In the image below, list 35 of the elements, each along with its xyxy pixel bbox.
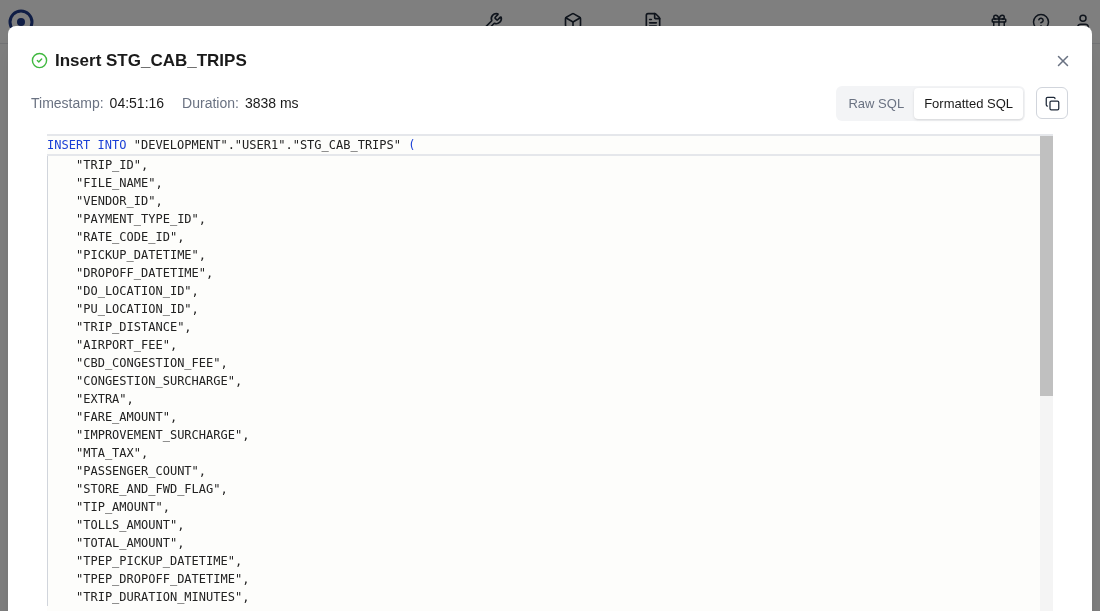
- dialog-title: Insert STG_CAB_TRIPS: [55, 50, 247, 72]
- code-line: "CONGESTION_SURCHARGE",: [76, 373, 244, 390]
- scrollbar-thumb[interactable]: [1040, 136, 1053, 396]
- meta-label: Timestamp:: [31, 93, 104, 113]
- copy-button[interactable]: [1036, 87, 1068, 120]
- code-line: "IMPROVEMENT_SURCHARGE",: [76, 427, 251, 444]
- code-line: "TIP_AMOUNT",: [76, 499, 171, 516]
- code-line: "PU_LOCATION_ID",: [76, 301, 200, 318]
- code-line: "TOTAL_AMOUNT",: [76, 535, 186, 552]
- meta-label: Duration:: [182, 93, 239, 113]
- code-line: "FILE_NAME",: [76, 175, 164, 192]
- code-line: "TRIP_DISTANCE",: [76, 319, 193, 336]
- meta-value: 04:51:16: [109, 93, 165, 113]
- code-line: "STORE_AND_FWD_FLAG",: [76, 481, 229, 498]
- code-line: "EXTRA",: [76, 391, 135, 408]
- code-line: "TOLLS_AMOUNT",: [76, 517, 186, 534]
- code-line: "PAYMENT_TYPE_ID",: [76, 211, 208, 228]
- code-line: "AIRPORT_FEE",: [76, 337, 179, 354]
- code-line: "PICKUP_DATETIME",: [76, 247, 208, 264]
- code-line: "RATE_CODE_ID",: [76, 229, 186, 246]
- code-line: "TPEP_DROPOFF_DATETIME",: [76, 571, 251, 588]
- code-line: "MTA_TAX",: [76, 445, 150, 462]
- code-line: "PASSENGER_COUNT",: [76, 463, 208, 480]
- code-line: "VENDOR_ID",: [76, 193, 164, 210]
- code-line: "CBD_CONGESTION_FEE",: [76, 355, 229, 372]
- code-line: "TRIP_ID",: [76, 157, 150, 174]
- code-line: "DO_LOCATION_ID",: [76, 283, 200, 300]
- view-tab[interactable]: Raw SQL: [838, 87, 915, 119]
- view-tab[interactable]: Formatted SQL: [914, 87, 1023, 119]
- copy-icon: [1044, 95, 1060, 111]
- code-line: "TRIP_DURATION_MINUTES",: [76, 589, 251, 606]
- meta-value: 3838 ms: [244, 93, 299, 113]
- code-line: "DROPOFF_DATETIME",: [76, 265, 215, 282]
- code-line: "FARE_AMOUNT",: [76, 409, 179, 426]
- code-line: "TPEP_PICKUP_DATETIME",: [76, 553, 244, 570]
